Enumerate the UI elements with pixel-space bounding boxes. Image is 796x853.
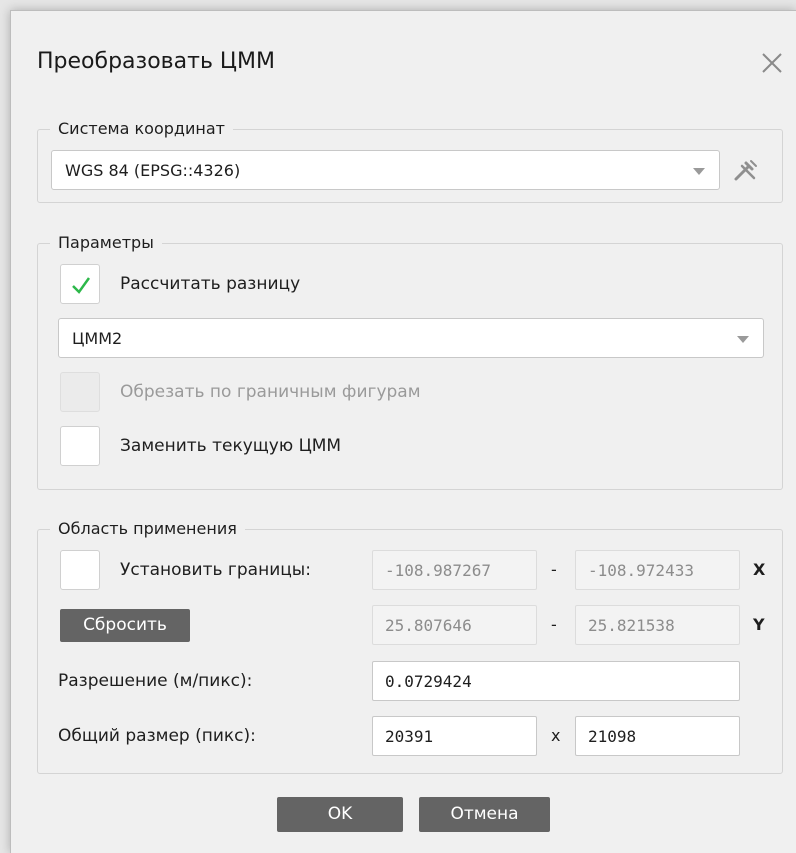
- x-dash: -: [551, 560, 557, 579]
- set-bounds-checkbox[interactable]: [60, 550, 100, 590]
- params-group-legend: Параметры: [50, 232, 162, 254]
- x-max-field: -108.972433: [575, 550, 740, 590]
- region-group: Область применения Установить границы: -…: [37, 518, 783, 774]
- reset-button[interactable]: Сбросить: [60, 609, 190, 642]
- clip-label: Обрезать по граничным фигурам: [120, 382, 421, 402]
- region-group-legend: Область применения: [50, 518, 245, 540]
- params-group: Параметры Рассчитать разницу ЦММ2 Обреза…: [37, 232, 783, 490]
- dem-select[interactable]: ЦММ2: [58, 318, 764, 358]
- y-axis-label: Y: [753, 615, 765, 634]
- dialog-title: Преобразовать ЦММ: [37, 49, 275, 74]
- chevron-down-icon: [737, 336, 749, 343]
- convert-dem-dialog: Преобразовать ЦММ Система координат WGS …: [10, 10, 796, 853]
- tools-icon[interactable]: [733, 158, 759, 182]
- calc-diff-checkbox[interactable]: [60, 264, 100, 304]
- height-input[interactable]: 21098: [575, 716, 740, 756]
- times-label: x: [551, 726, 561, 745]
- x-axis-label: X: [753, 560, 766, 579]
- crs-group-legend: Система координат: [50, 118, 233, 140]
- chevron-down-icon: [693, 168, 705, 175]
- y-max-field: 25.821538: [575, 605, 740, 645]
- dem-select-value: ЦММ2: [72, 329, 123, 348]
- x-min-field: -108.987267: [372, 550, 537, 590]
- close-icon[interactable]: [758, 49, 786, 77]
- clip-checkbox: [60, 372, 100, 412]
- ok-button[interactable]: OK: [277, 797, 403, 832]
- check-icon: [72, 277, 91, 294]
- total-size-label: Общий размер (пикс):: [58, 726, 256, 746]
- resolution-label: Разрешение (м/пикс):: [58, 671, 253, 691]
- y-dash: -: [551, 615, 557, 634]
- replace-dem-label[interactable]: Заменить текущую ЦММ: [120, 436, 341, 456]
- replace-dem-checkbox[interactable]: [60, 426, 100, 466]
- calc-diff-label[interactable]: Рассчитать разницу: [120, 274, 300, 294]
- resolution-input[interactable]: 0.0729424: [372, 661, 740, 701]
- crs-select[interactable]: WGS 84 (EPSG::4326): [51, 150, 720, 190]
- width-input[interactable]: 20391: [372, 716, 537, 756]
- set-bounds-label[interactable]: Установить границы:: [120, 560, 311, 580]
- y-min-field: 25.807646: [372, 605, 537, 645]
- crs-select-value: WGS 84 (EPSG::4326): [65, 161, 241, 180]
- crs-group: Система координат WGS 84 (EPSG::4326): [37, 118, 783, 203]
- cancel-button[interactable]: Отмена: [419, 797, 550, 832]
